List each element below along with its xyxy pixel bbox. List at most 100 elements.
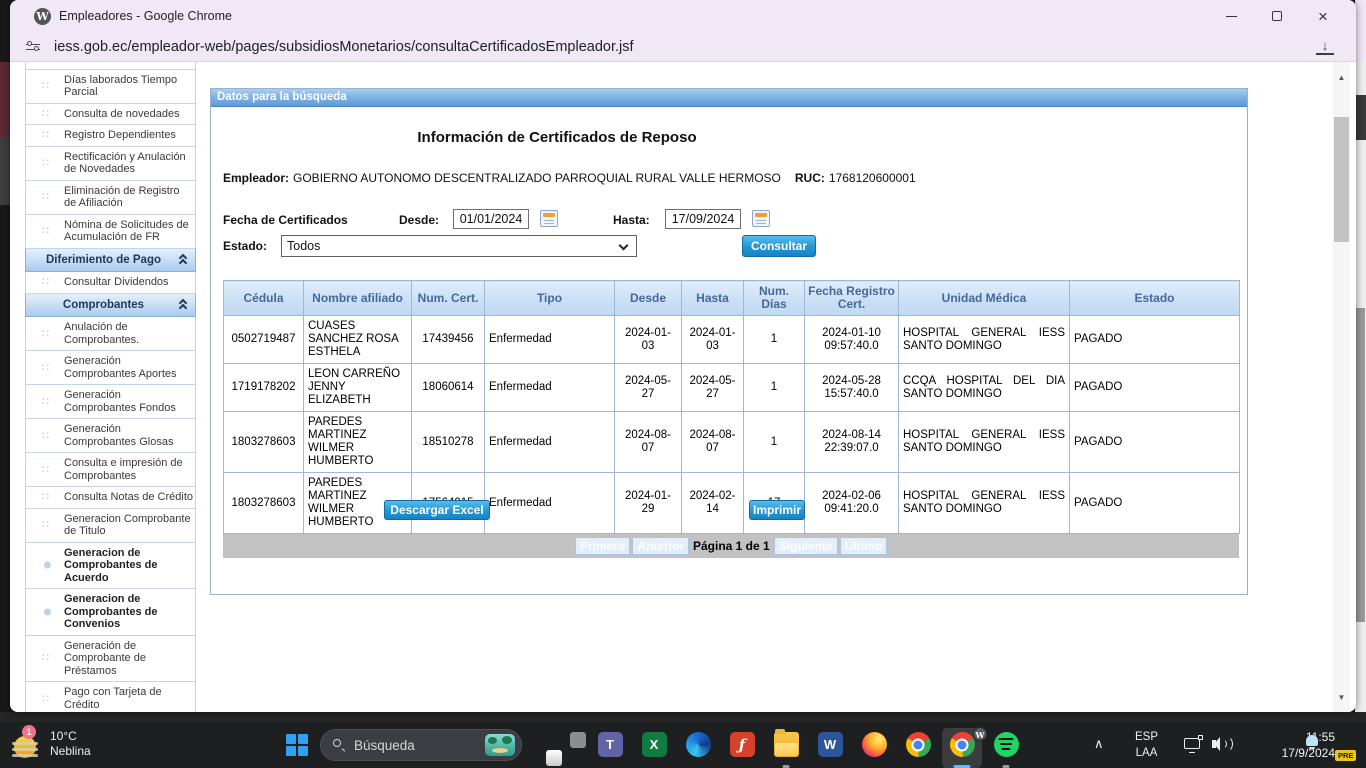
sidebar-item-generacion-comprobantes-fondos[interactable]: ∷Generación Comprobantes Fondos (25, 385, 196, 419)
hasta-calendar-icon[interactable] (752, 210, 770, 227)
sidebar-item-generacion-comprobante-de-titulo[interactable]: ∷Generacion Comprobante de Titulo (25, 509, 196, 543)
language-indicator[interactable]: ESP LAA (1135, 729, 1158, 761)
cell-num-cert: 18060614 (412, 364, 485, 412)
taskbar-app-pdf-app-icon[interactable]: ƒ (720, 732, 764, 766)
grid-icon: ∷ (42, 463, 50, 476)
grid-icon: ∷ (42, 429, 50, 442)
download-icon[interactable]: ↓ (1316, 39, 1334, 55)
sidebar-item-eliminacion-de-registro-de-afiliacion[interactable]: ∷ Eliminación de Registro de Afiliación (25, 181, 196, 215)
scrollbar-thumb[interactable] (1334, 117, 1349, 242)
consultar-button[interactable]: Consultar (742, 235, 816, 257)
taskbar-app-task-view-icon[interactable] (544, 732, 588, 766)
sidebar-item-registro-dependientes[interactable]: ∷Registro Dependientes (25, 125, 196, 147)
pagination-siguiente-button[interactable]: Siguiente (774, 537, 838, 555)
search-highlight-image[interactable] (485, 734, 515, 756)
weather-badge: 1 (22, 725, 36, 739)
sidebar-item-label: Generación Comprobantes Glosas (64, 423, 173, 448)
column-header-num-dias: Num. Días (744, 281, 805, 316)
close-button[interactable]: × (1300, 1, 1346, 31)
sidebar-section-comprobantes[interactable]: Comprobantes (25, 294, 196, 318)
sidebar-item-label: Eliminación de Registro de Afiliación (64, 185, 180, 210)
estado-selected-value: Todos (287, 239, 320, 253)
sidebar-item-label: Nómina de Solicitudes de Acumulación de … (64, 219, 189, 244)
scroll-down-icon[interactable]: ▼ (1333, 690, 1350, 706)
taskbar-app-spotify-icon[interactable] (984, 732, 1028, 766)
hasta-label: Hasta: (613, 213, 650, 227)
cell-tipo: Enfermedad (485, 316, 615, 364)
sidebar-item-generacion-de-comprobantes-de-acuerdo[interactable]: Generacion de Comprobantes de Acuerdo (25, 543, 196, 590)
volume-icon[interactable] (1212, 735, 1232, 753)
minimize-button[interactable] (1208, 1, 1254, 31)
taskbar-app-word-icon[interactable]: W (808, 732, 852, 766)
desde-input[interactable] (453, 209, 529, 229)
pagination-primero-button[interactable]: Primero (575, 537, 630, 555)
copilot-pre-badge: PRE (1335, 750, 1356, 761)
scroll-up-icon[interactable]: ▲ (1333, 70, 1350, 86)
sidebar-item-pago-con-tarjeta-de-credito[interactable]: ∷Pago con Tarjeta de Crédito (25, 682, 196, 712)
desde-calendar-icon[interactable] (540, 210, 558, 227)
taskbar-search-input[interactable]: Búsqueda (320, 729, 522, 761)
sidebar-item-consultar-dividendos[interactable]: ∷Consultar Dividendos (25, 272, 196, 294)
copilot-icon[interactable]: PRE (1332, 731, 1358, 759)
tray-expand-icon[interactable]: ∧ (1094, 736, 1104, 752)
sidebar-item-generacion-comprobantes-aportes[interactable]: ∷Generación Comprobantes Aportes (25, 351, 196, 385)
network-icon[interactable] (1184, 738, 1200, 749)
taskbar-app-teams-icon[interactable]: T (588, 732, 632, 766)
site-info-icon[interactable] (26, 40, 42, 54)
cell-unidad-medica: HOSPITAL GENERAL IESS SANTO DOMINGO (899, 473, 1070, 534)
pagination-anterior-button[interactable]: Anterior (632, 537, 689, 555)
taskbar: 1 10°C Neblina Búsqueda TXƒWW ∧ ESP LAA … (0, 722, 1366, 768)
search-panel: Datos para la búsqueda Información de Ce… (210, 88, 1248, 595)
sidebar-item-label: Días laborados Tiempo Parcial (64, 74, 177, 99)
sidebar-item-consulta-de-novedades[interactable]: ∷Consulta de novedades (25, 104, 196, 126)
table-header-row: CédulaNombre afiliadoNum. Cert.TipoDesde… (224, 281, 1240, 316)
sidebar-item-label: Generación de Comprobante de Préstamos (64, 640, 146, 677)
taskbar-app-chrome-active-icon[interactable]: W (940, 732, 984, 766)
clock-widget[interactable]: 11:55 17/9/2024 (1243, 729, 1335, 761)
imprimir-button[interactable]: Imprimir (749, 500, 805, 520)
estado-select[interactable]: Todos (281, 235, 637, 257)
descargar-excel-button[interactable]: Descargar Excel (384, 500, 490, 520)
sidebar-item-consulta-notas-de-credito[interactable]: ∷Consulta Notas de Crédito (25, 487, 196, 509)
sidebar-item-generacion-de-comprobante-de-prestamos[interactable]: ∷Generación de Comprobante de Préstamos (25, 636, 196, 683)
grid-icon: ∷ (42, 62, 50, 65)
taskbar-app-chrome-icon[interactable] (896, 732, 940, 766)
sidebar-item-rectificacion-y-anulacion-de-novedades[interactable]: ∷Rectificación y Anulación de Novedades (25, 147, 196, 181)
url-text[interactable]: iess.gob.ec/empleador-web/pages/subsidio… (54, 39, 634, 55)
sidebar-menu: ∷Avisos de Entrada∷Días laborados Tiempo… (25, 62, 196, 712)
taskbar-app-file-explorer-icon[interactable] (764, 732, 808, 766)
sidebar-item-consulta-e-impresion-de-comprobantes[interactable]: ∷Consulta e impresión de Comprobantes (25, 453, 196, 487)
desde-label: Desde: (399, 213, 439, 227)
section-label: Diferimiento de Pago (46, 254, 161, 266)
cell-unidad-medica: HOSPITAL GENERAL IESS SANTO DOMINGO (899, 412, 1070, 473)
empleador-value: GOBIERNO AUTONOMO DESCENTRALIZADO PARROQ… (293, 171, 781, 185)
sidebar-item-avisos-de-entrada[interactable]: ∷Avisos de Entrada (25, 62, 196, 70)
sidebar-item-dias-laborados-tiempo-parcial[interactable]: ∷Días laborados Tiempo Parcial (25, 70, 196, 104)
page-scrollbar[interactable]: ▲ ▼ (1333, 62, 1350, 712)
taskbar-app-edge-icon[interactable] (676, 732, 720, 766)
results-area: CédulaNombre afiliadoNum. Cert.TipoDesde… (223, 280, 1239, 558)
sidebar-item-label: Pago con Tarjeta de Crédito (64, 686, 162, 711)
start-button[interactable] (286, 734, 308, 756)
grid-icon: ∷ (42, 191, 50, 204)
sidebar-section-diferimiento-de-pago[interactable]: Diferimiento de Pago (25, 249, 196, 273)
cell-tipo: Enfermedad (485, 473, 615, 534)
notification-bell-icon[interactable] (1305, 735, 1320, 750)
sidebar-item-anulacion-de-comprobantes[interactable]: ∷Anulación de Comprobantes. (25, 317, 196, 351)
address-bar[interactable]: iess.gob.ec/empleador-web/pages/subsidio… (10, 32, 1356, 62)
sidebar-item-nomina-de-solicitudes-de-acumulacion-de-[interactable]: ∷Nómina de Solicitudes de Acumulación de… (25, 215, 196, 249)
taskbar-app-firefox-icon[interactable] (852, 732, 896, 766)
column-header-hasta: Hasta (682, 281, 744, 316)
sidebar-item-label: Generación Comprobantes Aportes (64, 355, 177, 380)
grid-icon: ∷ (42, 395, 50, 408)
taskbar-app-excel-icon[interactable]: X (632, 732, 676, 766)
pagination-ultimo-button[interactable]: Último (840, 537, 887, 555)
hasta-input[interactable] (665, 209, 741, 229)
sidebar-item-generacion-comprobantes-glosas[interactable]: ∷ Generación Comprobantes Glosas (25, 419, 196, 453)
maximize-button[interactable] (1254, 1, 1300, 31)
weather-widget[interactable]: 1 10°C Neblina (10, 728, 91, 760)
cell-estado: PAGADO (1070, 412, 1240, 473)
sidebar-item-label: Anulación de Comprobantes. (64, 321, 139, 346)
sidebar-item-generacion-de-comprobantes-de-convenios[interactable]: Generacion de Comprobantes de Convenios (25, 589, 196, 636)
grid-icon: ∷ (42, 157, 50, 170)
